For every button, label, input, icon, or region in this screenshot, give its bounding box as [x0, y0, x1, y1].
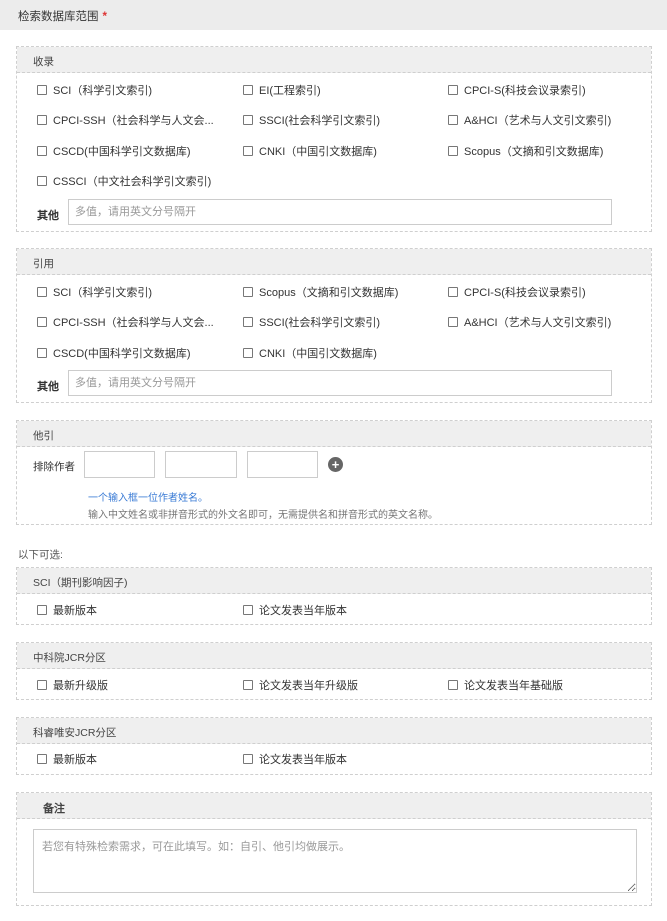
- cas-jcr-checkbox-latest-upgrade[interactable]: 最新升级版: [37, 677, 108, 693]
- checkbox-icon[interactable]: [448, 115, 458, 125]
- cas-jcr-checkbox-pub-year-upgrade[interactable]: 论文发表当年升级版: [243, 677, 358, 693]
- checkbox-icon[interactable]: [448, 680, 458, 690]
- checkbox-icon[interactable]: [243, 146, 253, 156]
- checkbox-icon[interactable]: [243, 680, 253, 690]
- shoulu-checkbox-sci[interactable]: SCI（科学引文索引): [37, 82, 152, 98]
- checkbox-icon[interactable]: [448, 85, 458, 95]
- checkbox-icon[interactable]: [37, 754, 47, 764]
- checkbox-icon[interactable]: [243, 605, 253, 615]
- shoulu-section-title: 收录: [17, 47, 651, 73]
- checkbox-icon[interactable]: [37, 146, 47, 156]
- tayin-section: 他引 排除作者 + 一个输入框一位作者姓名。 输入中文姓名或非拼音形式的外文名即…: [16, 420, 652, 525]
- shoulu-checkbox-cnki[interactable]: CNKI（中国引文数据库): [243, 143, 377, 159]
- cas-jcr-section: 中科院JCR分区 最新升级版 论文发表当年升级版 论文发表当年基础版: [16, 642, 652, 700]
- checkbox-icon[interactable]: [37, 317, 47, 327]
- cas-jcr-checkbox-pub-year-basic[interactable]: 论文发表当年基础版: [448, 677, 563, 693]
- optional-label: 以下可选:: [18, 549, 63, 561]
- checkbox-icon[interactable]: [243, 287, 253, 297]
- shoulu-checkbox-ahci[interactable]: A&HCI（艺术与人文引文索引): [448, 112, 611, 128]
- sci-if-checkbox-pub-year[interactable]: 论文发表当年版本: [243, 602, 347, 618]
- shoulu-checkbox-cpci-s[interactable]: CPCI-S(科技会议录索引): [448, 82, 586, 98]
- author-hint-line1: 一个输入框一位作者姓名。: [88, 493, 208, 504]
- yinyong-checkbox-ahci[interactable]: A&HCI（艺术与人文引文索引): [448, 314, 611, 330]
- search-scope-title: 检索数据库范围: [18, 11, 99, 23]
- shoulu-other-input[interactable]: [68, 199, 612, 225]
- yinyong-other-input[interactable]: [68, 370, 612, 396]
- yinyong-section: 引用 SCI（科学引文索引) Scopus（文摘和引文数据库) CPCI-S(科…: [16, 248, 652, 403]
- sci-if-section-title: SCI（期刊影响因子): [17, 568, 651, 594]
- yinyong-other-label: 其他: [37, 381, 59, 393]
- checkbox-icon[interactable]: [448, 287, 458, 297]
- checkbox-icon[interactable]: [37, 287, 47, 297]
- checkbox-icon[interactable]: [243, 348, 253, 358]
- shoulu-checkbox-cscd[interactable]: CSCD(中国科学引文数据库): [37, 143, 191, 159]
- shoulu-section: 收录 SCI（科学引文索引) EI(工程索引) CPCI-S(科技会议录索引) …: [16, 46, 652, 232]
- yinyong-checkbox-ssci[interactable]: SSCI(社会科学引文索引): [243, 314, 380, 330]
- shoulu-checkbox-ei[interactable]: EI(工程索引): [243, 82, 321, 98]
- checkbox-icon[interactable]: [448, 146, 458, 156]
- yinyong-checkbox-cpci-ssh[interactable]: CPCI-SSH（社会科学与人文会...: [37, 314, 214, 330]
- checkbox-icon[interactable]: [448, 317, 458, 327]
- yinyong-checkbox-scopus[interactable]: Scopus（文摘和引文数据库): [243, 284, 398, 300]
- clarivate-jcr-section: 科睿唯安JCR分区 最新版本 论文发表当年版本: [16, 717, 652, 775]
- tayin-section-title: 他引: [17, 421, 651, 447]
- shoulu-checkbox-cssci[interactable]: CSSCI（中文社会科学引文索引): [37, 173, 211, 189]
- sci-if-section: SCI（期刊影响因子) 最新版本 论文发表当年版本: [16, 567, 652, 625]
- checkbox-icon[interactable]: [243, 317, 253, 327]
- checkbox-icon[interactable]: [243, 754, 253, 764]
- checkbox-icon[interactable]: [37, 605, 47, 615]
- shoulu-other-label: 其他: [37, 210, 59, 222]
- remarks-textarea[interactable]: [33, 829, 637, 893]
- checkbox-icon[interactable]: [37, 680, 47, 690]
- yinyong-checkbox-cnki[interactable]: CNKI（中国引文数据库): [243, 345, 377, 361]
- yinyong-checkbox-sci[interactable]: SCI（科学引文索引): [37, 284, 152, 300]
- checkbox-icon[interactable]: [243, 115, 253, 125]
- cas-jcr-section-title: 中科院JCR分区: [17, 643, 651, 669]
- add-author-icon[interactable]: +: [328, 457, 343, 472]
- checkbox-icon[interactable]: [37, 348, 47, 358]
- exclude-author-input-2[interactable]: [165, 451, 237, 478]
- shoulu-checkbox-cpci-ssh[interactable]: CPCI-SSH（社会科学与人文会...: [37, 112, 214, 128]
- yinyong-section-title: 引用: [17, 249, 651, 275]
- checkbox-icon[interactable]: [37, 85, 47, 95]
- yinyong-checkbox-cpci-s[interactable]: CPCI-S(科技会议录索引): [448, 284, 586, 300]
- clarivate-jcr-checkbox-pub-year[interactable]: 论文发表当年版本: [243, 751, 347, 767]
- checkbox-icon[interactable]: [37, 115, 47, 125]
- checkbox-icon[interactable]: [243, 85, 253, 95]
- shoulu-checkbox-scopus[interactable]: Scopus（文摘和引文数据库): [448, 143, 603, 159]
- clarivate-jcr-section-title: 科睿唯安JCR分区: [17, 718, 651, 744]
- exclude-author-input-1[interactable]: [84, 451, 155, 478]
- sci-if-checkbox-latest[interactable]: 最新版本: [37, 602, 97, 618]
- search-scope-header: 检索数据库范围 *: [0, 0, 667, 30]
- clarivate-jcr-checkbox-latest[interactable]: 最新版本: [37, 751, 97, 767]
- remarks-section-title: 备注: [17, 793, 651, 819]
- required-mark: *: [102, 11, 107, 23]
- exclude-author-label: 排除作者: [33, 461, 75, 473]
- shoulu-checkbox-ssci[interactable]: SSCI(社会科学引文索引): [243, 112, 380, 128]
- checkbox-icon[interactable]: [37, 176, 47, 186]
- remarks-section: 备注: [16, 792, 652, 906]
- yinyong-checkbox-cscd[interactable]: CSCD(中国科学引文数据库): [37, 345, 191, 361]
- exclude-author-input-3[interactable]: [247, 451, 318, 478]
- author-hint-line2: 输入中文姓名或非拼音形式的外文名即可，无需提供名和拼音形式的英文名称。: [88, 510, 438, 521]
